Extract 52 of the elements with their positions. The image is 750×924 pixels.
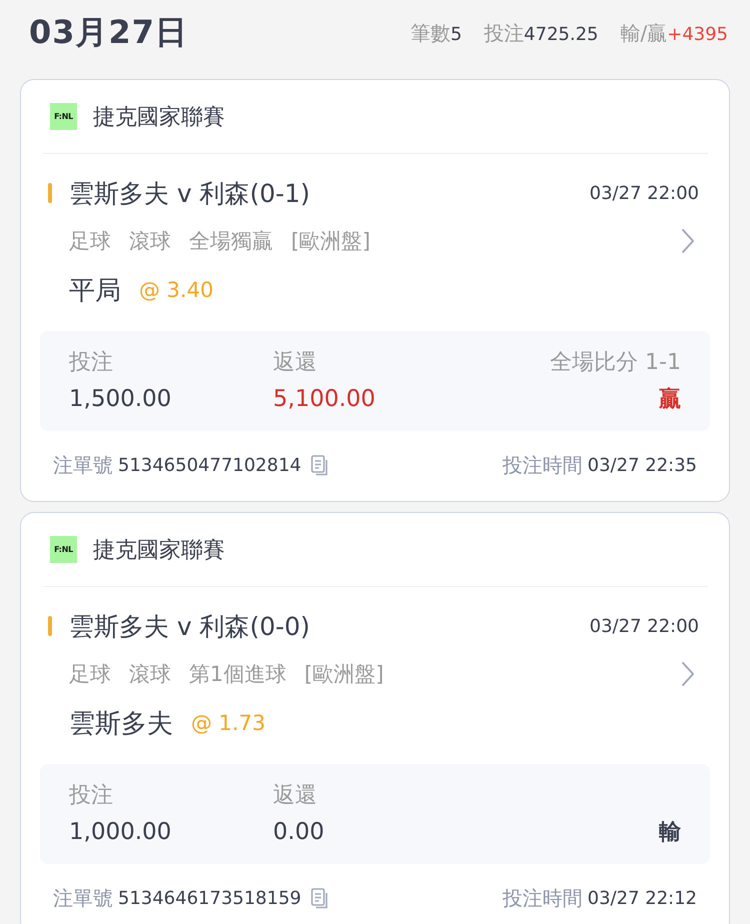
- league-logo: F:NL: [50, 536, 77, 563]
- count-value: 5: [450, 24, 462, 44]
- ticket-number: 5134646173518159: [118, 888, 302, 908]
- return-label: 返還: [273, 782, 318, 810]
- match-name: 雲斯多夫 v 利森(0-0): [69, 610, 312, 642]
- chevron-right-icon[interactable]: [681, 661, 695, 687]
- stake-label: 投注: [69, 782, 114, 810]
- return-amount: 0.00: [273, 819, 326, 845]
- score-text: 全場比分 1-1: [550, 349, 681, 377]
- outcome-text: 輸: [659, 819, 681, 847]
- kickoff-time: 03/27 22:00: [590, 616, 699, 636]
- league-name: 捷克國家聯賽: [93, 104, 225, 132]
- match-marker-icon: [48, 616, 52, 636]
- return-label: 返還: [273, 349, 318, 377]
- league-name: 捷克國家聯賽: [93, 536, 225, 564]
- bet-tag: [歐洲盤]: [304, 660, 384, 688]
- stake-amount: 1,500.00: [69, 386, 172, 412]
- odds-value: @ 3.40: [139, 278, 214, 302]
- match-marker-icon: [48, 183, 52, 203]
- stake-label: 投注: [69, 349, 114, 377]
- bet-time-label: 投注時間: [502, 884, 583, 912]
- stake-label: 投注: [484, 20, 524, 46]
- league-logo: F:NL: [50, 103, 77, 130]
- bet-selection: 平局: [69, 274, 121, 308]
- outcome-text: 贏: [659, 386, 681, 414]
- bet-tag: [歐洲盤]: [291, 227, 370, 255]
- odds-value: @ 1.73: [191, 711, 266, 735]
- bet-tag: 足球: [69, 660, 111, 688]
- bet-time-label: 投注時間: [502, 452, 583, 478]
- ticket-number: 5134650477102814: [118, 454, 302, 476]
- bet-time: 03/27 22:12: [588, 888, 697, 908]
- bet-selection: 雲斯多夫: [69, 708, 173, 740]
- count-label: 筆數: [410, 20, 450, 46]
- match-name: 雲斯多夫 v 利森(0-1): [69, 178, 312, 210]
- bet-tag: 全場獨贏: [189, 227, 273, 255]
- stake-value: 4725.25: [524, 24, 598, 44]
- ticket-label: 注單號: [53, 884, 113, 912]
- ticket-label: 注單號: [53, 452, 113, 478]
- result-value: +4395: [667, 24, 728, 44]
- bet-time: 03/27 22:35: [588, 454, 697, 476]
- bet-tag: 滾球: [129, 660, 171, 688]
- chevron-right-icon[interactable]: [681, 228, 695, 254]
- stake-amount: 1,000.00: [69, 819, 172, 845]
- kickoff-time: 03/27 22:00: [590, 182, 699, 204]
- copy-icon[interactable]: [311, 888, 328, 908]
- return-amount: 5,100.00: [273, 386, 376, 412]
- copy-icon[interactable]: [311, 454, 328, 476]
- bet-tag: 足球: [69, 227, 111, 255]
- date-title: 03月27日: [29, 12, 188, 53]
- bet-tag: 第1個進球: [189, 660, 286, 688]
- bet-tag: 滾球: [129, 227, 171, 255]
- result-label: 輸/贏: [620, 20, 668, 46]
